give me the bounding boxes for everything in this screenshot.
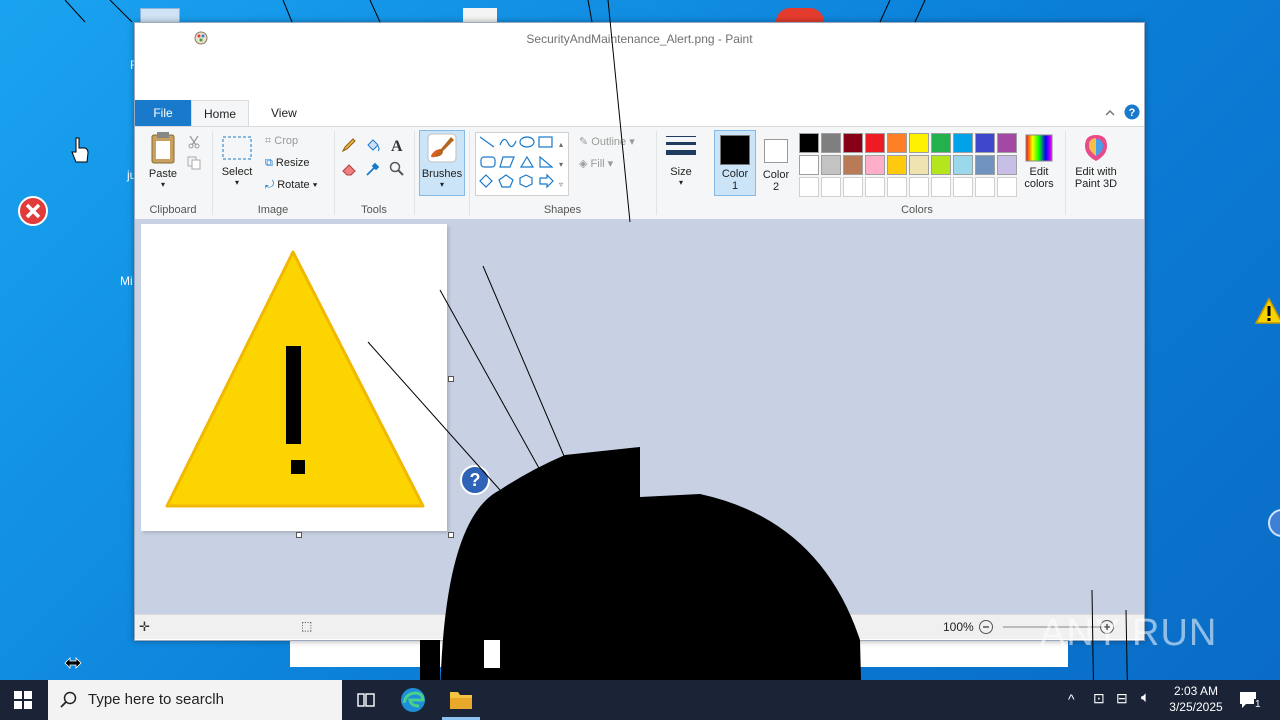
search-icon [60, 691, 77, 708]
windows-start-icon[interactable] [14, 691, 32, 709]
notification-badge: 1 [1254, 699, 1262, 710]
clock-date: 3/25/2025 [1169, 700, 1223, 714]
edge-browser-icon[interactable] [400, 687, 426, 713]
clock[interactable]: 2:03 AM 3/25/2025 [1166, 683, 1226, 715]
watermark: ANY RUN [1040, 612, 1218, 654]
search-placeholder: Type here to searclh [88, 691, 224, 708]
volume-icon[interactable]: 🔈︎ [1141, 689, 1150, 706]
taskbar: Type here to searclh ^ ⊡ ⊟ 🔈︎ 2:03 AM 3/… [0, 680, 1280, 720]
tray-overflow-icon[interactable]: ^ [1068, 691, 1075, 707]
clock-time: 2:03 AM [1173, 684, 1219, 698]
device-icon[interactable]: ⊡ [1093, 690, 1105, 707]
task-view-icon[interactable] [356, 690, 376, 710]
file-explorer-icon[interactable] [448, 688, 474, 712]
taskbar-search[interactable]: Type here to searclh [48, 680, 342, 720]
network-icon[interactable]: ⊟ [1116, 690, 1128, 707]
